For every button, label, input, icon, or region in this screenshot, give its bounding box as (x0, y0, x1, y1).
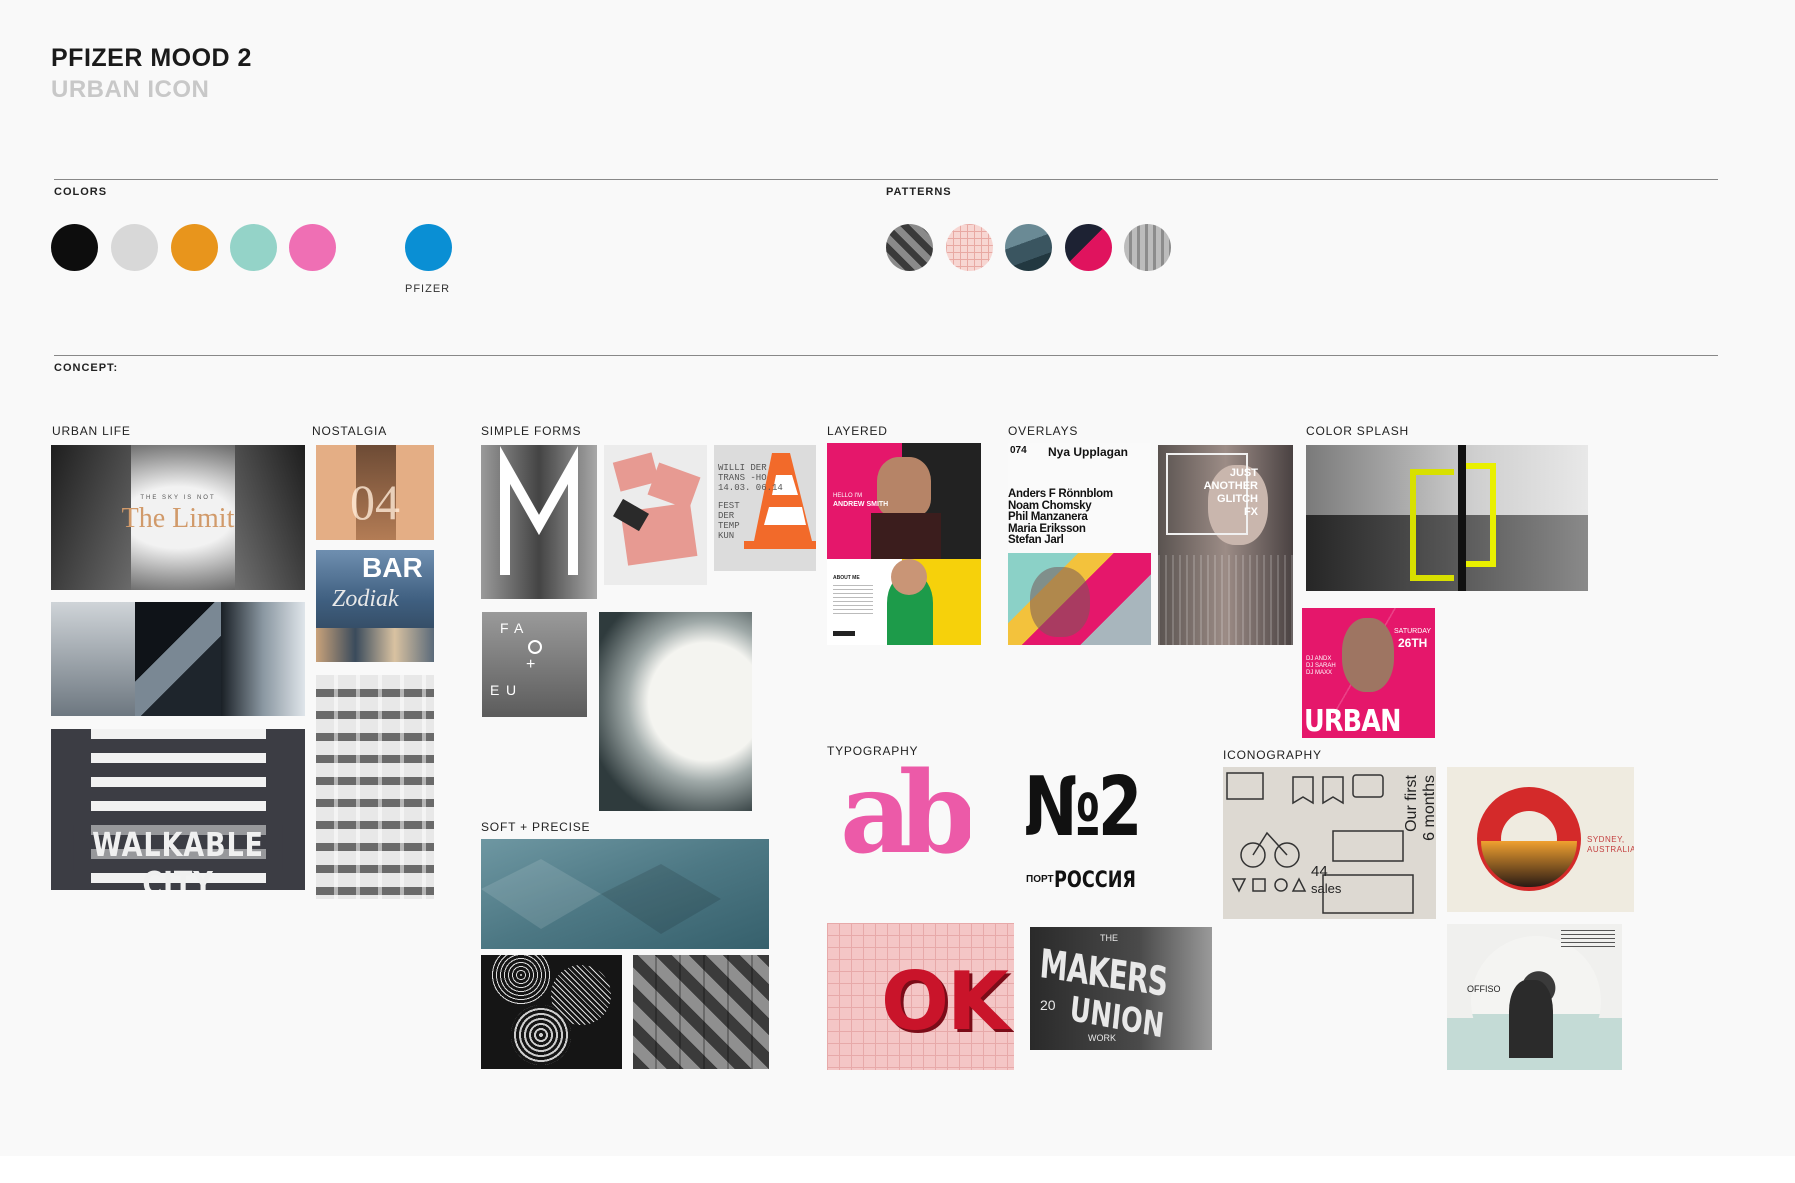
walkable-city-text: WALKABLE CITY (73, 825, 283, 890)
image-pink-map (604, 445, 707, 585)
sales-text: sales (1311, 881, 1342, 896)
moodboard: PFIZER MOOD 2 URBAN ICON COLORS PATTERNS… (0, 0, 1795, 1156)
hello-text: HELLO I'M (833, 493, 863, 499)
andrew-text: ANDREW SMITH (833, 501, 889, 508)
six-months-text: 6 months (1421, 775, 1436, 841)
color-swatch-orange (171, 224, 218, 271)
glitch-text: JUST ANOTHER GLITCH FX (1203, 467, 1258, 518)
image-skyscrapers-limit: THE SKY IS NOT The Limit (51, 445, 305, 590)
urban-word: URBAN (1304, 704, 1401, 738)
page-subtitle: URBAN ICON (51, 76, 210, 103)
image-curved-architecture (599, 612, 752, 811)
fa-letter-a: A (514, 620, 524, 636)
image-flatiron-04: 04 (316, 445, 434, 540)
image-urban-poster: SATURDAY 26TH DJ ANDX DJ SARAH DJ MAXX U… (1302, 608, 1435, 738)
pattern-pink-grid (946, 224, 993, 271)
pattern-magenta-split (1065, 224, 1112, 271)
category-overlays: OVERLAYS (1008, 424, 1079, 438)
pattern-gray-building (1124, 224, 1171, 271)
image-bowler-hat-man: OFFISO (1447, 924, 1622, 1070)
category-soft-precise: SOFT + PRECISE (481, 820, 591, 834)
section-divider (54, 179, 1718, 180)
image-wildebeest-splash (1306, 445, 1588, 591)
image-concrete-facade (316, 675, 434, 899)
the-text: THE (1100, 933, 1118, 943)
category-layered: LAYERED (827, 424, 888, 438)
saturday-date: 26TH (1398, 636, 1428, 650)
nya-number: 074 (1010, 445, 1027, 456)
no2-text: №2 (1024, 770, 1142, 855)
concept-heading: CONCEPT: (54, 362, 119, 374)
image-zodiak-bar: BAR Zodiak (316, 550, 434, 662)
category-urban-life: URBAN LIFE (52, 424, 131, 438)
nya-names: Anders F Rönnblom Noam Chomsky Phil Manz… (1008, 488, 1113, 546)
image-ok-neon: OK (827, 923, 1014, 1070)
category-iconography: ICONOGRAPHY (1223, 748, 1322, 762)
fa-letter-f: F (500, 620, 509, 636)
image-makers-union: THE MAKERS UNION 20 WORK (1030, 927, 1212, 1050)
image-no2-poster: №2 ПОРТ РОССИЯ (1024, 770, 1150, 910)
pattern-chevron-gray (886, 224, 933, 271)
colors-heading: COLORS (54, 186, 108, 198)
page-title: PFIZER MOOD 2 (51, 44, 252, 72)
nostalgia-number: 04 (350, 474, 400, 530)
image-walkable-city: WALKABLE CITY (51, 729, 305, 890)
m-letter-shape (500, 446, 578, 575)
image-m-monogram (481, 445, 597, 599)
category-color-splash: COLOR SPLASH (1306, 424, 1409, 438)
image-nya-upplagan: 074 Nya Upplagan Anders F Rönnblom Noam … (1008, 443, 1151, 645)
limit-big-text: The Limit (121, 503, 235, 534)
zodiak-text: Zodiak (332, 586, 399, 612)
russia-text: РОССИЯ (1054, 868, 1136, 893)
image-teal-texture (481, 839, 769, 949)
category-simple-forms: SIMPLE FORMS (481, 424, 582, 438)
color-swatch-light-gray (111, 224, 158, 271)
image-traffic-cone-poster: WILLI DER TRANS -HO 14.03. 06.14 FEST DE… (714, 445, 816, 571)
eu-letter-u: U (506, 682, 517, 698)
patterns-heading: PATTERNS (886, 186, 952, 198)
our-first-text: Our first (1403, 775, 1420, 832)
image-icon-sheet: Our first 6 months 44 sales (1223, 767, 1436, 919)
image-andrew-smith-layout: HELLO I'M ANDREW SMITH ABOUT ME (827, 443, 981, 645)
color-swatch-pink (289, 224, 336, 271)
concept-divider (54, 355, 1718, 356)
image-dot-circles (481, 955, 622, 1069)
plus-icon: + (526, 656, 536, 673)
limit-small-text: THE SKY IS NOT (140, 495, 216, 501)
work-text: WORK (1088, 1033, 1116, 1043)
category-typography: TYPOGRAPHY (827, 744, 919, 758)
offiso-text: OFFISO (1467, 984, 1501, 994)
color-swatch-pfizer-blue (405, 224, 452, 271)
image-urban-triptych (51, 602, 305, 716)
australia-text: AUSTRALIA (1587, 845, 1634, 854)
ok-text: OK (881, 955, 1009, 1048)
bar-sign-text: BAR (362, 552, 423, 583)
about-text: ABOUT ME (833, 575, 860, 581)
eu-letter-e: E (490, 682, 500, 698)
twenty-text: 20 (1040, 997, 1056, 1013)
image-ab-letters: ab (840, 766, 970, 896)
facet-shapes (481, 859, 721, 934)
nya-title: Nya Upplagan (1048, 445, 1129, 459)
pfizer-label: PFIZER (405, 283, 451, 295)
sales-number: 44 (1311, 863, 1328, 880)
image-sydney-poster: SYDNEY, AUSTRALIA (1447, 767, 1634, 912)
dj-lines: DJ ANDX DJ SARAH DJ MAXX (1306, 656, 1336, 676)
image-chevron-pattern (633, 955, 769, 1069)
color-swatch-mint (230, 224, 277, 271)
port-text: ПОРТ (1026, 874, 1054, 885)
saturday-text: SATURDAY (1394, 628, 1432, 635)
image-fa-eu-graphic: F A + E U (482, 612, 587, 717)
category-nostalgia: NOSTALGIA (312, 424, 387, 438)
ab-text: ab (840, 766, 970, 879)
color-swatch-black (51, 224, 98, 271)
pattern-teal-facets (1005, 224, 1052, 271)
circle-icon (528, 640, 542, 654)
poster-text: WILLI DER TRANS -HO 14.03. 06.14 FEST DE… (718, 463, 783, 541)
sydney-text: SYDNEY, (1587, 835, 1625, 844)
image-glitch-portrait: JUST ANOTHER GLITCH FX (1158, 445, 1293, 645)
